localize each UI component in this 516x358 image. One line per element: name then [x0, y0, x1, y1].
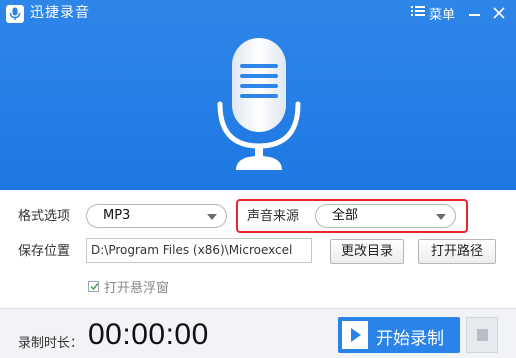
format-select[interactable]: MP3 — [86, 204, 227, 228]
chevron-down-icon — [436, 214, 446, 220]
hero-panel: 迅捷录音 菜单 — [0, 0, 516, 190]
float-window-label: 打开悬浮窗 — [104, 280, 170, 296]
stop-button[interactable] — [466, 317, 498, 353]
format-select-value: MP3 — [103, 208, 131, 223]
start-recording-label: 开始录制 — [376, 329, 444, 349]
float-window-toggle[interactable]: 打开悬浮窗 — [88, 278, 170, 296]
footer-bar: 录制时长： 00:00:00 开始录制 — [0, 308, 516, 358]
duration-label: 录制时长： — [18, 336, 84, 351]
duration-value: 00:00:00 — [88, 318, 209, 351]
save-location-label: 保存位置 — [18, 244, 71, 259]
float-window-checkbox[interactable] — [88, 280, 99, 292]
save-path-field[interactable]: D:\Program Files (x86)\Microexcel — [86, 238, 312, 263]
start-recording-button[interactable]: 开始录制 — [338, 317, 460, 353]
source-label: 声音来源 — [247, 209, 300, 224]
change-directory-button[interactable]: 更改目录 — [330, 239, 404, 264]
source-select-value: 全部 — [332, 208, 359, 223]
chevron-down-icon — [207, 214, 217, 220]
open-path-button[interactable]: 打开路径 — [418, 239, 496, 264]
source-select[interactable]: 全部 — [315, 204, 456, 228]
checkmark-icon — [90, 282, 99, 290]
format-label: 格式选项 — [18, 209, 71, 224]
microphone-icon — [0, 0, 516, 194]
play-icon — [342, 321, 368, 349]
